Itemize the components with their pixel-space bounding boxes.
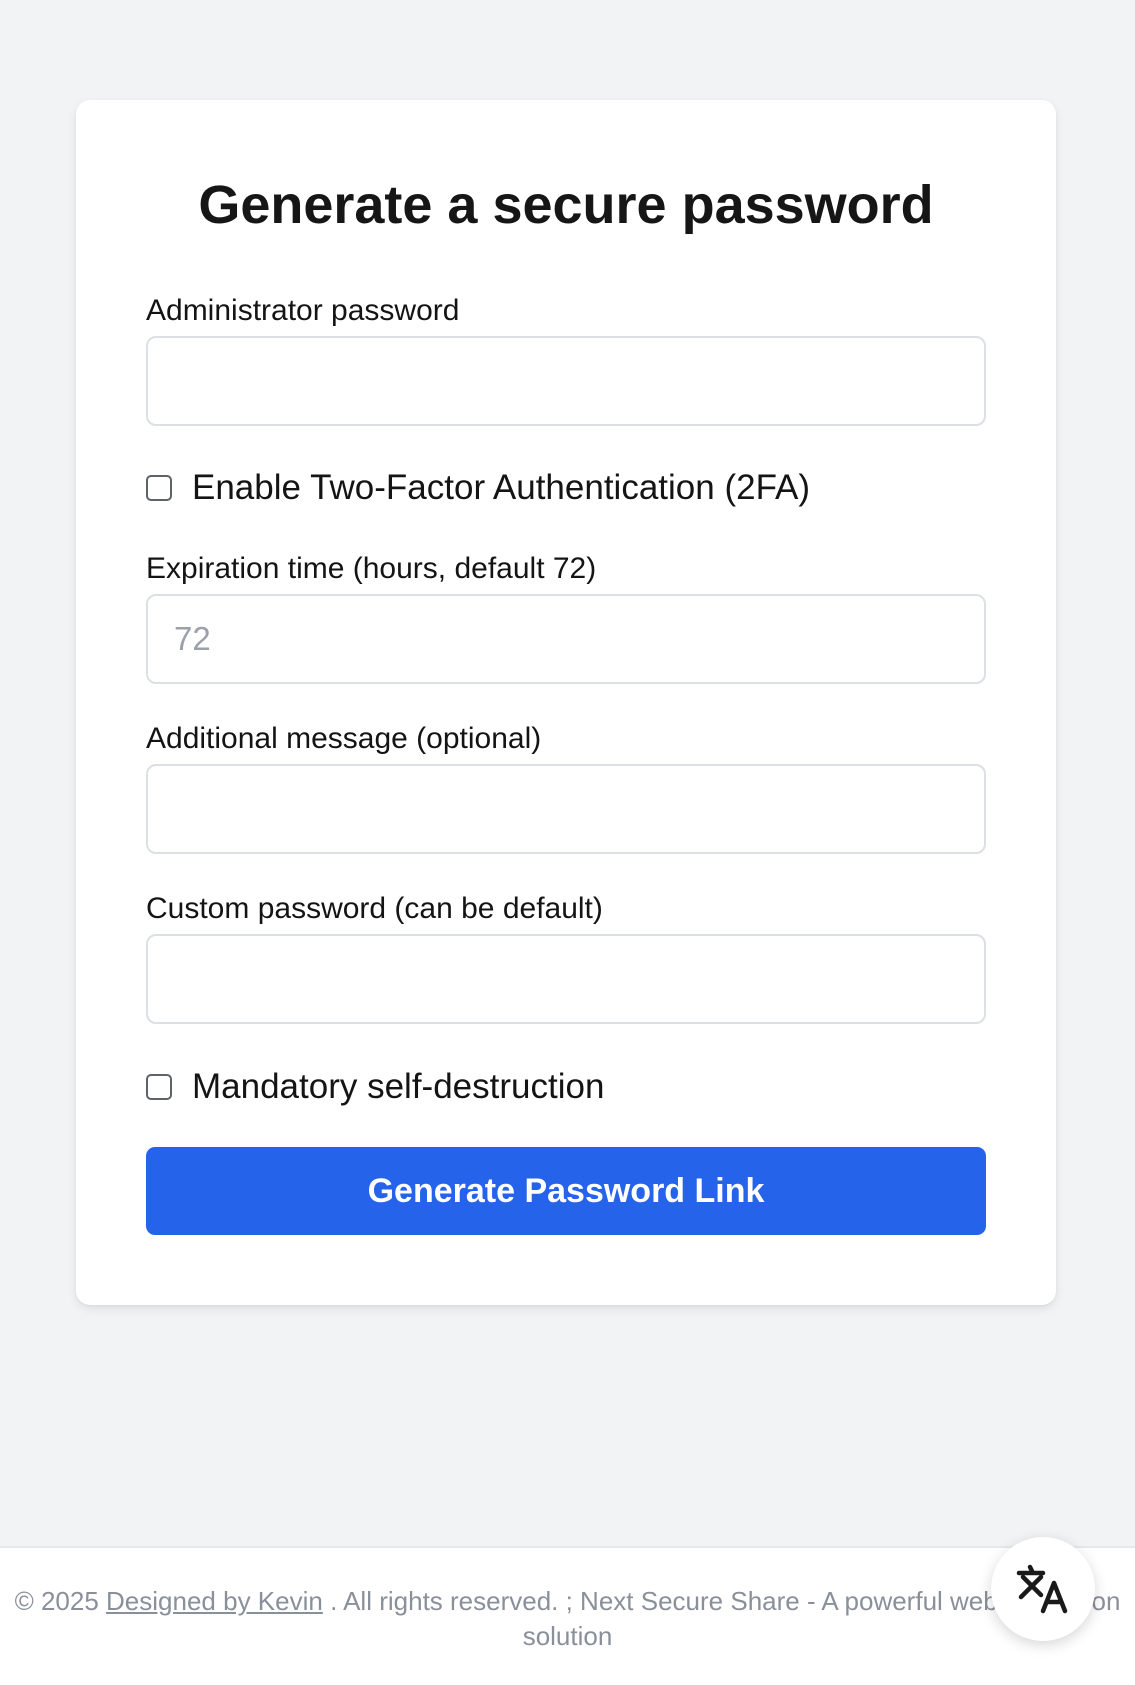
expiration-label: Expiration time (hours, default 72) <box>146 552 597 585</box>
two-factor-option[interactable]: Enable Two-Factor Authentication (2FA) <box>146 466 810 510</box>
admin-password-label: Administrator password <box>146 294 460 327</box>
generate-link-button[interactable]: Generate Password Link <box>146 1147 986 1235</box>
custom-password-label: Custom password (can be default) <box>146 892 603 925</box>
self-destruct-checkbox[interactable] <box>146 1074 172 1100</box>
admin-password-input[interactable] <box>146 336 986 426</box>
translate-icon <box>1016 1564 1068 1614</box>
two-factor-checkbox[interactable] <box>146 475 172 501</box>
page: Generate a secure password Administrator… <box>0 0 1135 1685</box>
expiration-input[interactable] <box>146 594 986 684</box>
password-form-card: Generate a secure password Administrator… <box>76 100 1056 1305</box>
self-destruct-label[interactable]: Mandatory self-destruction <box>192 1065 604 1109</box>
page-title: Generate a secure password <box>198 175 934 235</box>
custom-password-input[interactable] <box>146 934 986 1024</box>
self-destruct-option[interactable]: Mandatory self-destruction <box>146 1065 604 1109</box>
message-label: Additional message (optional) <box>146 722 542 755</box>
footer: © 2025 Designed by Kevin . All rights re… <box>0 1546 1135 1685</box>
two-factor-label[interactable]: Enable Two-Factor Authentication (2FA) <box>192 466 810 510</box>
footer-line-1: © 2025 Designed by Kevin . All rights re… <box>0 1584 1135 1619</box>
designer-link[interactable]: Designed by Kevin <box>106 1586 323 1616</box>
footer-line-2: solution <box>522 1621 613 1651</box>
footer-rights: . All rights reserved. ; Next Secure Sha… <box>330 1586 998 1616</box>
message-input[interactable] <box>146 764 986 854</box>
translate-button[interactable] <box>991 1537 1095 1641</box>
footer-copyright: © 2025 <box>14 1586 99 1616</box>
